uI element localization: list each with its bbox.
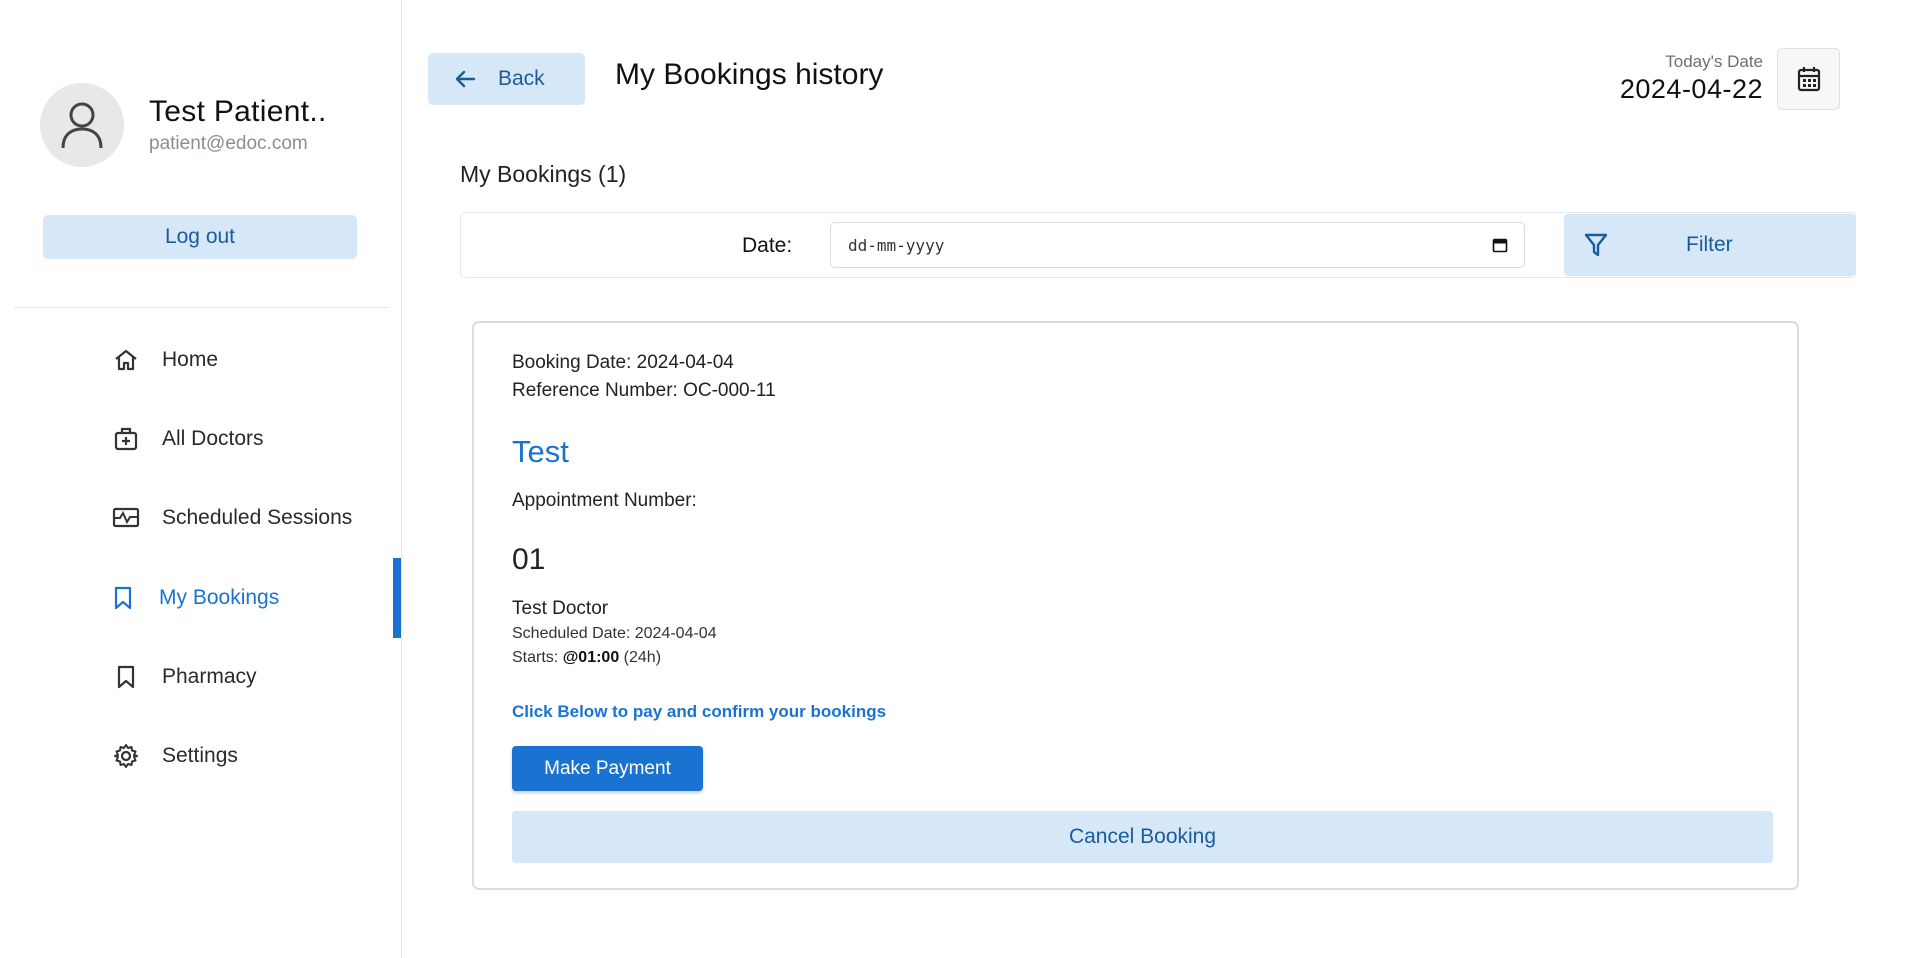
session-title: Test bbox=[512, 434, 569, 469]
page-title: My Bookings history bbox=[615, 58, 884, 91]
reference-number: Reference Number: OC-000-11 bbox=[512, 380, 776, 401]
back-label: Back bbox=[498, 67, 545, 90]
sidebar-item-home[interactable]: Home bbox=[0, 320, 402, 400]
arrow-left-icon bbox=[455, 70, 476, 88]
avatar bbox=[40, 83, 124, 167]
user-icon bbox=[61, 102, 103, 149]
filter-label: Filter bbox=[1686, 233, 1733, 256]
appointment-number: 01 bbox=[512, 543, 546, 576]
filter-button[interactable]: Filter bbox=[1564, 214, 1856, 276]
back-button[interactable]: Back bbox=[428, 53, 585, 105]
today-date-label: Today's Date bbox=[1665, 52, 1763, 71]
sidebar-item-all-doctors[interactable]: All Doctors bbox=[0, 399, 402, 479]
today-date-value: 2024-04-22 bbox=[1619, 74, 1763, 104]
sidebar-item-label: My Bookings bbox=[159, 586, 280, 609]
appointment-number-label: Appointment Number: bbox=[512, 490, 697, 511]
sidebar-divider bbox=[14, 307, 388, 308]
calendar-picker-icon[interactable] bbox=[1492, 237, 1508, 253]
monitor-pulse-icon bbox=[112, 504, 140, 532]
active-indicator bbox=[393, 558, 401, 638]
sidebar-item-my-bookings[interactable]: My Bookings bbox=[0, 558, 402, 638]
scheduled-date: Scheduled Date: 2024-04-04 bbox=[512, 625, 717, 642]
sidebar-item-settings[interactable]: Settings bbox=[0, 716, 402, 796]
filter-bar: Date: dd-mm-yyyy Filter bbox=[460, 212, 1856, 278]
start-time: Starts: @01:00 (24h) bbox=[512, 649, 662, 666]
date-placeholder: dd-mm-yyyy bbox=[848, 235, 945, 255]
cancel-booking-button[interactable]: Cancel Booking bbox=[512, 811, 1773, 863]
make-payment-button[interactable]: Make Payment bbox=[512, 746, 703, 791]
booking-date: Booking Date: 2024-04-04 bbox=[512, 352, 734, 373]
payment-hint: Click Below to pay and confirm your book… bbox=[512, 702, 887, 721]
profile: Test Patient.. patient@edoc.com bbox=[40, 83, 327, 167]
sidebar-item-label: Home bbox=[162, 348, 219, 371]
sidebar-item-label: Settings bbox=[162, 744, 238, 767]
calendar-icon bbox=[1797, 67, 1820, 92]
date-filter-input[interactable]: dd-mm-yyyy bbox=[830, 222, 1525, 268]
profile-name: Test Patient.. bbox=[149, 95, 327, 128]
bookmark-icon bbox=[109, 584, 137, 612]
gear-icon bbox=[112, 742, 140, 770]
sidebar-item-label: Pharmacy bbox=[162, 665, 257, 688]
bookings-count-title: My Bookings (1) bbox=[460, 161, 627, 187]
calendar-button[interactable] bbox=[1777, 48, 1840, 110]
profile-email: patient@edoc.com bbox=[149, 133, 308, 154]
sidebar-item-label: Scheduled Sessions bbox=[162, 506, 353, 529]
booking-card: Booking Date: 2024-04-04 Reference Numbe… bbox=[472, 321, 1799, 890]
home-icon bbox=[112, 346, 140, 374]
funnel-icon bbox=[1584, 232, 1608, 263]
medical-bag-icon bbox=[112, 425, 140, 453]
sidebar-item-scheduled-sessions[interactable]: Scheduled Sessions bbox=[0, 478, 402, 558]
sidebar-item-label: All Doctors bbox=[162, 427, 264, 450]
scrollbar[interactable] bbox=[1904, 0, 1919, 958]
logout-button[interactable]: Log out bbox=[43, 215, 357, 259]
date-filter-label: Date: bbox=[742, 234, 793, 257]
bookmark-icon bbox=[112, 663, 140, 691]
sidebar-item-pharmacy[interactable]: Pharmacy bbox=[0, 637, 402, 717]
doctor-name: Test Doctor bbox=[512, 598, 609, 619]
today-date: Today's Date 2024-04-22 bbox=[1620, 52, 1763, 105]
sidebar: Test Patient.. patient@edoc.com Log out … bbox=[0, 0, 402, 958]
